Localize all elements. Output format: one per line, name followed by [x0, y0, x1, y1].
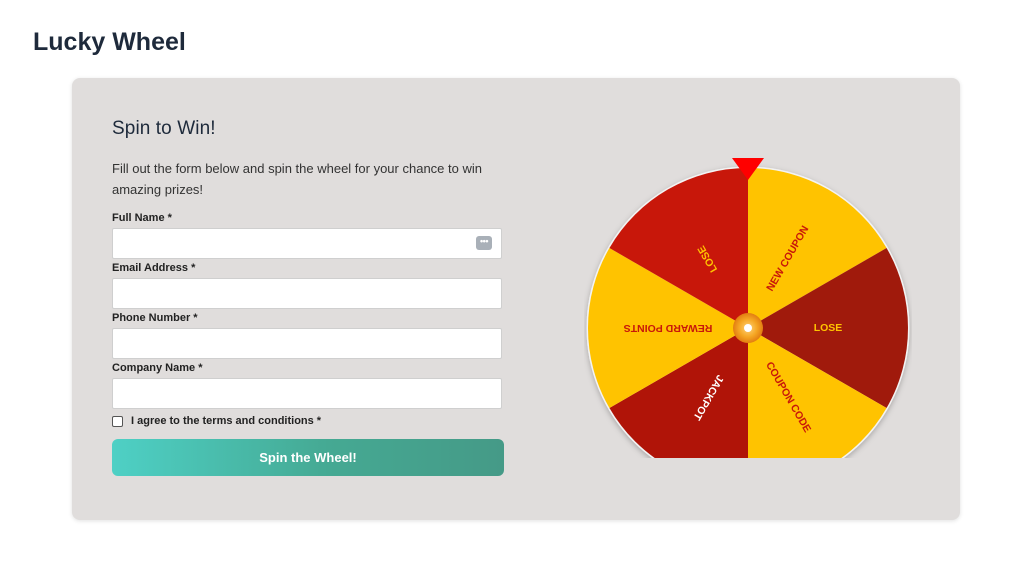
full-name-input-wrap: •••: [112, 228, 504, 259]
wheel-segments: NEW COUPONLOSECOUPON CODEJACKPOTREWARD P…: [586, 166, 910, 490]
lucky-wheel-card: Spin to Win! Fill out the form below and…: [72, 78, 960, 520]
form-description: Fill out the form below and spin the whe…: [112, 161, 482, 197]
spin-form: Spin to Win! Fill out the form below and…: [112, 118, 504, 476]
page-title: Lucky Wheel: [33, 28, 186, 56]
agree-label: I agree to the terms and conditions *: [131, 415, 322, 427]
phone-label: Phone Number *: [112, 312, 198, 324]
prize-wheel[interactable]: NEW COUPON LOSE COUPON CODE JACKPOT REWARD P…: [584, 118, 912, 490]
wheel-hub-dot: [744, 324, 752, 332]
email-field: Email Address *: [112, 262, 504, 309]
more-dots-icon[interactable]: •••: [476, 236, 492, 250]
prize-wheel-graphic: NEW COUPONLOSECOUPON CODEJACKPOTREWARD P…: [586, 158, 910, 490]
company-field: Company Name *: [112, 362, 504, 409]
agree-row: I agree to the terms and conditions *: [112, 415, 504, 427]
spin-the-wheel-button[interactable]: Spin the Wheel!: [112, 439, 504, 476]
email-input[interactable]: [112, 278, 502, 309]
phone-field: Phone Number *: [112, 312, 504, 359]
company-input[interactable]: [112, 378, 502, 409]
full-name-field: Full Name * •••: [112, 212, 504, 259]
wheel-segment-label: REWARD POINTS: [624, 322, 713, 334]
full-name-input[interactable]: [112, 228, 502, 259]
agree-checkbox[interactable]: [112, 415, 123, 427]
wheel-segment-label: LOSE: [814, 322, 843, 334]
phone-input[interactable]: [112, 328, 502, 359]
full-name-label: Full Name *: [112, 212, 172, 224]
email-label: Email Address *: [112, 262, 196, 274]
company-label: Company Name *: [112, 362, 203, 374]
form-heading: Spin to Win!: [112, 118, 216, 139]
